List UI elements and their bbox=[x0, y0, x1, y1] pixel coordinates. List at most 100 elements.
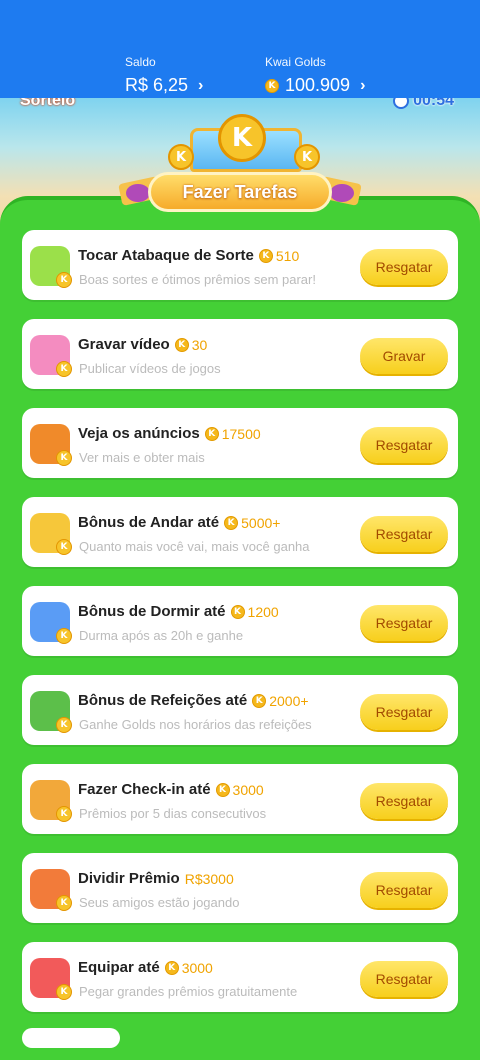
coin-icon: K bbox=[294, 144, 320, 170]
task-reward: K 17500 bbox=[204, 426, 261, 442]
task-card: K Dividir Prêmio R$3000 Seus amigos estão j… bbox=[22, 853, 458, 923]
walking-boy-icon: K bbox=[30, 513, 72, 555]
golds-value: 100.909 bbox=[285, 75, 351, 95]
drum-frog-icon: K bbox=[30, 246, 72, 288]
task-subtitle: Seus amigos estão jogando bbox=[79, 895, 240, 910]
task-reward: R$3000 bbox=[185, 871, 234, 887]
coin-icon: K bbox=[56, 628, 72, 644]
task-card: K Bônus de Dormir até K 1200 Durma após as 2… bbox=[22, 586, 458, 656]
task-title: Veja os anúncios K 17500 bbox=[78, 425, 261, 442]
redeem-button[interactable]: Resgatar bbox=[360, 694, 448, 730]
kwai-coin-icon: K bbox=[230, 604, 245, 619]
task-reward-value: 30 bbox=[191, 336, 208, 353]
redeem-button[interactable]: Resgatar bbox=[360, 961, 448, 997]
task-reward-value: 5000+ bbox=[241, 514, 281, 531]
big-coin-icon: K bbox=[218, 114, 266, 162]
task-reward-value: 2000+ bbox=[269, 692, 309, 709]
task-reward: K 30 bbox=[174, 336, 208, 353]
calendar-icon: K bbox=[30, 780, 72, 822]
balance-bar: Saldo R$ 6,25 › Kwai Golds K 100.909 › bbox=[0, 0, 480, 98]
kwai-coin-icon: K bbox=[204, 426, 219, 441]
record-button[interactable]: Gravar bbox=[360, 338, 448, 374]
redeem-button[interactable]: Resgatar bbox=[360, 605, 448, 641]
task-title: Bônus de Refeições até K 2000+ bbox=[78, 692, 309, 709]
task-subtitle: Ver mais e obter mais bbox=[79, 450, 205, 465]
coin-icon: K bbox=[56, 272, 72, 288]
task-reward: K 3000 bbox=[215, 781, 264, 798]
task-title: Fazer Check-in até K 3000 bbox=[78, 781, 264, 798]
kwai-coin-icon: K bbox=[265, 78, 279, 93]
coin-icon: K bbox=[56, 895, 72, 911]
moon-icon: K bbox=[30, 602, 72, 644]
task-subtitle: Ganhe Golds nos horários das refeições bbox=[79, 717, 312, 732]
task-reward-value: R$3000 bbox=[184, 870, 234, 887]
bird-icon bbox=[330, 184, 354, 202]
task-subtitle: Quanto mais você vai, mais você ganha bbox=[79, 539, 310, 554]
task-reward-value: 3000 bbox=[181, 959, 213, 976]
bird-icon bbox=[126, 184, 150, 202]
bottom-progress-pill[interactable] bbox=[22, 1028, 120, 1048]
task-title: Equipar até K 3000 bbox=[78, 959, 213, 976]
gift-icon: K bbox=[30, 869, 72, 911]
redeem-button[interactable]: Resgatar bbox=[360, 516, 448, 552]
saldo-value: R$ 6,25 bbox=[125, 75, 189, 95]
task-card: K Bônus de Refeições até K 2000+ Ganhe Golds… bbox=[22, 675, 458, 745]
saldo-label: Saldo bbox=[125, 55, 156, 69]
task-title: Bônus de Andar até K 5000+ bbox=[78, 514, 280, 531]
task-subtitle: Boas sortes e ótimos prêmios sem parar! bbox=[79, 272, 316, 287]
kwai-coin-icon: K bbox=[164, 960, 179, 975]
golds-section[interactable]: Kwai Golds K 100.909 › bbox=[265, 55, 365, 96]
task-title-text: Tocar Atabaque de Sorte bbox=[78, 247, 254, 264]
kwai-coin-icon: K bbox=[258, 248, 273, 263]
task-subtitle: Pegar grandes prêmios gratuitamente bbox=[79, 984, 298, 999]
task-title-text: Bônus de Refeições até bbox=[78, 692, 248, 709]
task-reward: K 2000+ bbox=[252, 692, 309, 709]
tv-icon: K bbox=[30, 424, 72, 466]
kwai-coin-icon: K bbox=[215, 782, 230, 797]
task-card: K Tocar Atabaque de Sorte K 510 Boas sortes … bbox=[22, 230, 458, 300]
task-title-text: Bônus de Andar até bbox=[78, 514, 220, 531]
task-title-text: Veja os anúncios bbox=[78, 425, 200, 442]
task-reward: K 5000+ bbox=[224, 515, 280, 531]
task-subtitle: Publicar vídeos de jogos bbox=[79, 361, 221, 376]
kwai-coin-icon: K bbox=[174, 337, 189, 352]
task-reward-value: 510 bbox=[275, 247, 300, 264]
task-card: K Equipar até K 3000 Pegar grandes prêmios g… bbox=[22, 942, 458, 1012]
chevron-right-icon[interactable]: › bbox=[360, 77, 365, 95]
task-title-text: Equipar até bbox=[78, 959, 160, 976]
task-reward: K 510 bbox=[258, 247, 300, 264]
task-title: Dividir Prêmio R$3000 bbox=[78, 870, 234, 887]
task-reward-value: 1200 bbox=[247, 603, 279, 620]
task-title-text: Fazer Check-in até bbox=[78, 781, 211, 798]
coin-icon: K bbox=[56, 450, 72, 466]
coin-icon: K bbox=[56, 539, 72, 555]
task-reward-value: 3000 bbox=[232, 781, 264, 798]
redeem-button[interactable]: Resgatar bbox=[360, 427, 448, 463]
task-title-text: Dividir Prêmio bbox=[78, 870, 180, 887]
meal-box-icon: K bbox=[30, 691, 72, 733]
task-reward: K 3000 bbox=[164, 959, 213, 976]
task-reward: K 1200 bbox=[230, 603, 279, 620]
coin-icon: K bbox=[56, 361, 72, 377]
task-subtitle: Durma após as 20h e ganhe bbox=[79, 628, 244, 643]
coin-icon: K bbox=[56, 806, 72, 822]
chevron-right-icon[interactable]: › bbox=[198, 77, 203, 95]
redeem-button[interactable]: Resgatar bbox=[360, 249, 448, 285]
task-title-text: Gravar vídeo bbox=[78, 336, 170, 353]
video-camera-icon: K bbox=[30, 335, 72, 377]
task-card: K Veja os anúncios K 17500 Ver mais e obter … bbox=[22, 408, 458, 478]
task-title: Gravar vídeo K 30 bbox=[78, 336, 207, 353]
task-title: Tocar Atabaque de Sorte K 510 bbox=[78, 247, 299, 264]
kwai-coin-icon: K bbox=[252, 693, 267, 708]
banner-title: Fazer Tarefas bbox=[148, 172, 332, 212]
task-card: K Gravar vídeo K 30 Publicar vídeos de jogos… bbox=[22, 319, 458, 389]
saldo-section[interactable]: Saldo R$ 6,25 › bbox=[125, 55, 203, 96]
task-card: K Bônus de Andar até K 5000+ Quanto mais voc… bbox=[22, 497, 458, 567]
task-subtitle: Prêmios por 5 dias consecutivos bbox=[79, 806, 267, 821]
redeem-button[interactable]: Resgatar bbox=[360, 783, 448, 819]
task-title: Bônus de Dormir até K 1200 bbox=[78, 603, 279, 620]
redeem-button[interactable]: Resgatar bbox=[360, 872, 448, 908]
boxing-gloves-icon: K bbox=[30, 958, 72, 1000]
coin-icon: K bbox=[168, 144, 194, 170]
banner-title-text: Fazer Tarefas bbox=[182, 181, 298, 202]
